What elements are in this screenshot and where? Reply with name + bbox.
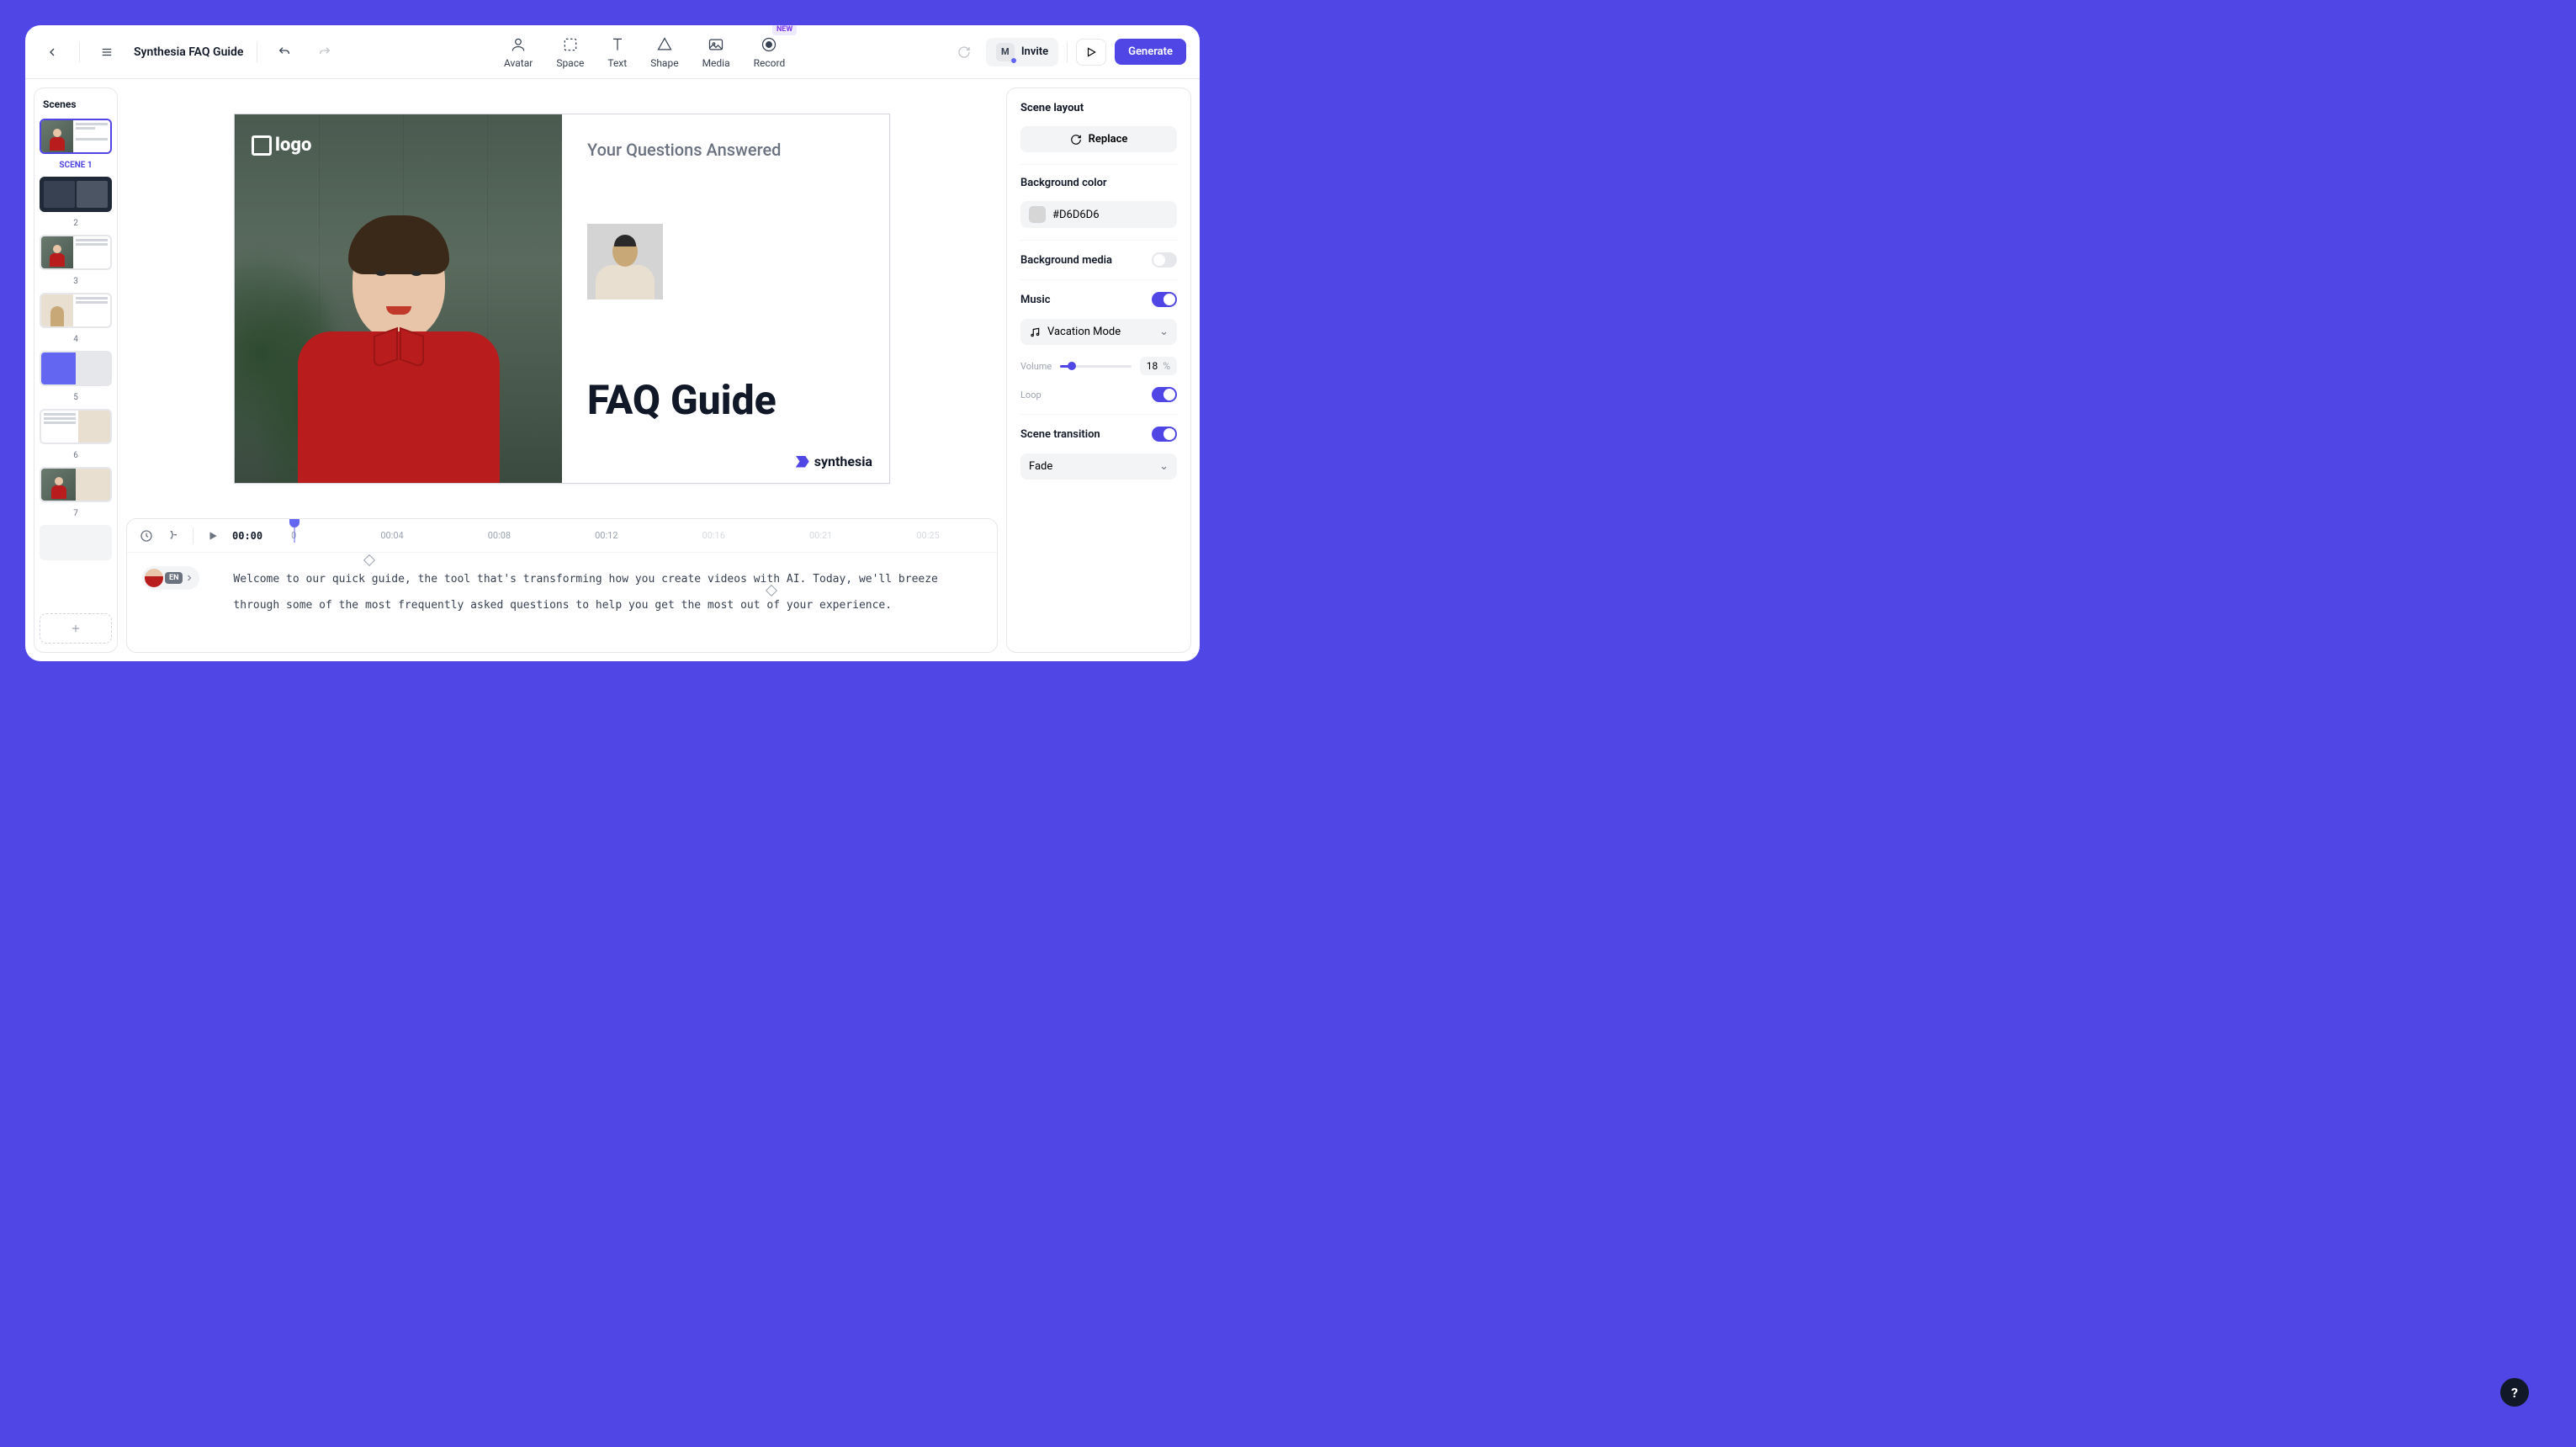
- scene-label: 4: [40, 335, 112, 344]
- avatar-icon: [509, 35, 527, 54]
- scene-thumb-5[interactable]: [40, 351, 112, 386]
- pause-marker-icon[interactable]: [363, 554, 375, 566]
- undo-button[interactable]: [271, 39, 298, 66]
- project-title[interactable]: Synthesia FAQ Guide: [134, 45, 243, 59]
- scene-thumb-4[interactable]: [40, 293, 112, 328]
- scene-thumb-1[interactable]: [40, 119, 112, 154]
- generate-button[interactable]: Generate: [1115, 39, 1186, 65]
- record-icon: [760, 35, 778, 54]
- canvas-title[interactable]: FAQ Guide: [587, 376, 777, 424]
- loop-label: Loop: [1020, 390, 1042, 400]
- tool-space[interactable]: Space: [556, 35, 584, 69]
- divider: [1067, 42, 1068, 62]
- bg-color-label: Background color: [1020, 177, 1177, 189]
- language-chip: EN: [165, 572, 183, 584]
- scene-label: 6: [40, 451, 112, 460]
- timeline-ruler[interactable]: 0 00:04 00:08 00:12 00:16 00:21 00:25: [291, 519, 985, 552]
- current-time: 00:00: [232, 530, 262, 542]
- scenes-title: Scenes: [40, 97, 112, 112]
- scene-thumb-8[interactable]: [40, 525, 112, 560]
- bg-media-toggle[interactable]: [1152, 252, 1177, 268]
- volume-slider[interactable]: [1060, 365, 1131, 368]
- brand-watermark: synthesia: [796, 453, 872, 469]
- video-canvas[interactable]: logo Your Questions Answered FAQ Guide s…: [234, 114, 890, 484]
- new-badge: NEW: [772, 25, 797, 35]
- voice-avatar-icon: [145, 569, 163, 587]
- voice-settings-icon[interactable]: [166, 528, 181, 543]
- transition-label: Scene transition: [1020, 428, 1100, 441]
- scene-label: 7: [40, 509, 112, 518]
- transition-toggle[interactable]: [1152, 427, 1177, 442]
- playhead-marker[interactable]: [289, 518, 299, 527]
- text-icon: [608, 35, 627, 54]
- music-track-select[interactable]: Vacation Mode ⌄: [1020, 319, 1177, 345]
- secondary-avatar[interactable]: [587, 224, 663, 299]
- scene-thumb-7[interactable]: [40, 467, 112, 502]
- redo-button[interactable]: [311, 39, 338, 66]
- main-avatar[interactable]: [298, 197, 500, 483]
- replace-layout-button[interactable]: Replace: [1020, 126, 1177, 152]
- bg-color-input[interactable]: #D6D6D6: [1020, 201, 1177, 228]
- volume-label: Volume: [1020, 361, 1052, 372]
- transition-select[interactable]: Fade ⌄: [1020, 453, 1177, 480]
- panel-title: Scene layout: [1020, 102, 1177, 114]
- timeline-play-button[interactable]: [205, 528, 220, 543]
- scene-label: 3: [40, 277, 112, 286]
- media-icon: [707, 35, 725, 54]
- chevron-down-icon: ⌄: [1159, 460, 1169, 473]
- tool-shape[interactable]: Shape: [650, 35, 678, 69]
- bg-media-label: Background media: [1020, 254, 1112, 267]
- canvas-subtitle[interactable]: Your Questions Answered: [587, 140, 864, 160]
- scene-thumb-3[interactable]: [40, 235, 112, 270]
- user-avatar: M: [996, 43, 1015, 61]
- sync-icon[interactable]: [951, 39, 978, 66]
- space-icon: [561, 35, 580, 54]
- help-button[interactable]: ?: [2500, 1378, 2529, 1407]
- loop-toggle[interactable]: [1152, 387, 1177, 402]
- logo-overlay[interactable]: logo: [252, 135, 311, 156]
- color-swatch: [1029, 206, 1046, 223]
- scenes-panel: Scenes SCENE 1 2 3 4 5 6 7: [34, 87, 118, 653]
- back-button[interactable]: [39, 39, 66, 66]
- canvas-area: logo Your Questions Answered FAQ Guide s…: [126, 87, 998, 510]
- tool-text[interactable]: Text: [607, 35, 627, 69]
- scene-label: 2: [40, 219, 112, 228]
- volume-value[interactable]: 18%: [1140, 357, 1177, 375]
- music-icon: [1029, 326, 1041, 338]
- scene-thumb-6[interactable]: [40, 409, 112, 444]
- tool-avatar[interactable]: Avatar: [504, 35, 533, 69]
- scene-label: SCENE 1: [40, 161, 112, 170]
- shape-icon: [655, 35, 674, 54]
- top-bar: Synthesia FAQ Guide Avatar Space Text: [25, 25, 1200, 79]
- chevron-right-icon: [184, 573, 194, 583]
- music-label: Music: [1020, 294, 1050, 306]
- script-text[interactable]: Welcome to our quick guide, the tool tha…: [233, 566, 982, 618]
- clock-icon[interactable]: [139, 528, 154, 543]
- music-toggle[interactable]: [1152, 292, 1177, 307]
- timeline-panel: 00:00 0 00:04 00:08 00:12 00:16 00:21 00…: [126, 518, 998, 653]
- invite-button[interactable]: M Invite: [986, 38, 1058, 66]
- preview-play-button[interactable]: [1076, 39, 1106, 66]
- properties-panel: Scene layout Replace Background color #D…: [1006, 87, 1191, 653]
- scene-label: 5: [40, 393, 112, 402]
- tool-record[interactable]: NEW Record: [754, 35, 786, 69]
- script-voice-selector[interactable]: EN: [142, 566, 199, 590]
- add-scene-button[interactable]: [40, 613, 112, 644]
- divider: [79, 42, 80, 62]
- tool-media[interactable]: Media: [702, 35, 730, 69]
- refresh-icon: [1070, 134, 1082, 146]
- chevron-down-icon: ⌄: [1159, 326, 1169, 338]
- menu-icon[interactable]: [93, 39, 120, 66]
- scene-thumb-2[interactable]: [40, 177, 112, 212]
